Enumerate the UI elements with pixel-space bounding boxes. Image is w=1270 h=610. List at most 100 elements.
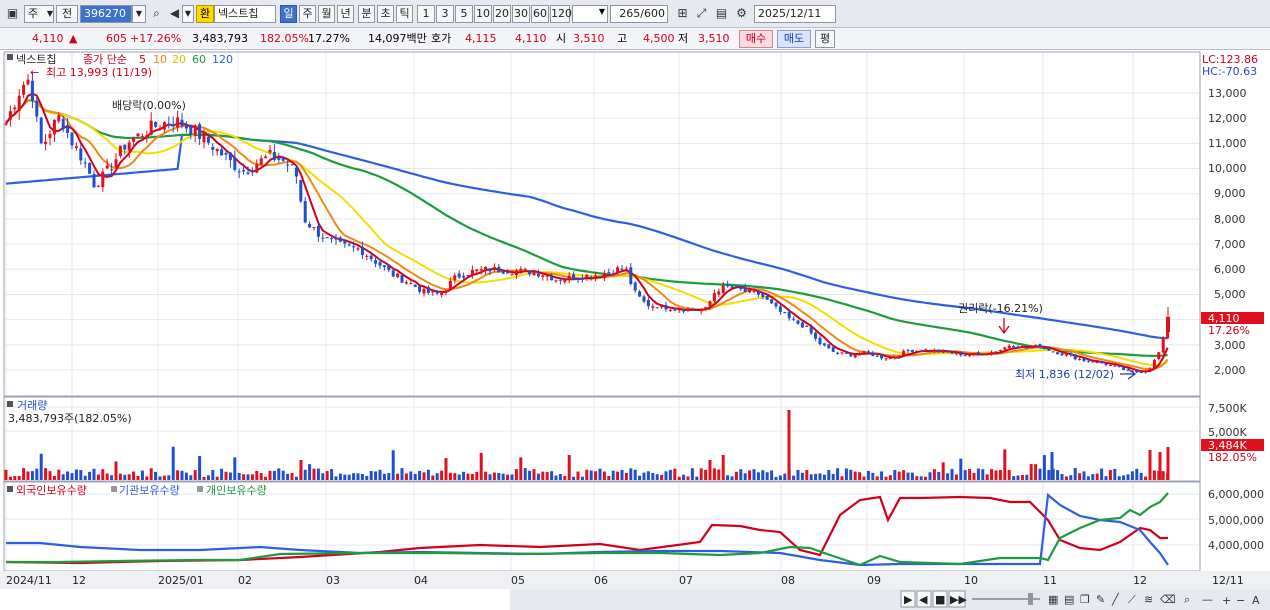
interval-30[interactable]: 30 <box>512 5 530 23</box>
volume-bar <box>52 476 56 480</box>
interval-20[interactable]: 20 <box>493 5 511 23</box>
y-tick-12000: 12,000 <box>1208 112 1247 125</box>
speaker-icon[interactable]: ◀ <box>166 5 183 23</box>
period-year[interactable]: 년 <box>337 5 354 23</box>
volume-bar <box>286 473 290 480</box>
volume-bar <box>963 470 967 480</box>
period-second[interactable]: 초 <box>377 5 394 23</box>
font-size-icon[interactable]: A <box>1252 594 1260 607</box>
dividend-note: 배당락(0.00%) <box>112 99 186 112</box>
interval-10[interactable]: 10 <box>474 5 492 23</box>
grid-icon[interactable]: ▤ <box>1064 593 1074 606</box>
zoom-slider-handle[interactable] <box>1028 593 1033 605</box>
candle-body <box>730 286 734 288</box>
candle-body <box>611 273 615 275</box>
volume-bar <box>792 475 796 480</box>
zoom-in-icon[interactable]: + <box>1222 594 1231 607</box>
volume-bar <box>281 470 285 480</box>
copy-icon[interactable]: ❐ <box>1080 593 1090 606</box>
volume-bar <box>536 473 540 480</box>
volume-bar <box>809 474 813 480</box>
volume-bar <box>497 473 501 480</box>
volume-bar <box>158 476 162 480</box>
gear-icon[interactable]: ⚙ <box>733 5 750 23</box>
stock-code-input[interactable]: 396270 <box>80 5 132 23</box>
bottom-controls: ▶ ◀ ■ ▶▶ ▦ ▤ ❐ ✎ ╱ ⟋ ≋ ⌫ ⌕ — + − A <box>900 590 1260 608</box>
stock-chart[interactable]: 13,000 12,000 11,000 10,000 9,000 8,000 … <box>0 50 1270 610</box>
volume-bar <box>140 470 144 480</box>
candle-body <box>928 350 932 352</box>
data-count-field[interactable]: 265/600 <box>610 5 668 23</box>
currency-toggle[interactable]: 환 <box>196 5 214 23</box>
sell-button[interactable]: 매도 <box>777 30 811 48</box>
period-type-select[interactable]: 주 ▼ <box>24 5 54 23</box>
candle-body <box>968 354 972 356</box>
volume-bar <box>932 469 936 480</box>
volume-bar <box>686 476 690 480</box>
crosshair-icon[interactable]: ⊞ <box>674 5 691 23</box>
period-type-label: 주 <box>28 7 39 20</box>
y-tick-5000: 5,000 <box>1214 288 1246 301</box>
candle-body <box>369 255 373 260</box>
interval-1[interactable]: 1 <box>417 5 435 23</box>
volume-bar <box>818 473 822 480</box>
evaluate-button[interactable]: 평 <box>815 30 835 48</box>
search-icon[interactable]: ⌕ <box>148 5 165 23</box>
volume-bar <box>910 472 914 480</box>
current-price: 4,110 <box>32 32 64 45</box>
candle-body <box>541 275 545 277</box>
legend-foreign: 외국인보유수량 <box>16 484 87 497</box>
pencil-icon[interactable]: ✎ <box>1096 593 1105 606</box>
rights-note: 권리락(-16.21%) <box>958 302 1043 315</box>
chevron-down-icon[interactable]: ▼ <box>132 5 146 23</box>
period-week[interactable]: 주 <box>299 5 316 23</box>
fib-icon[interactable]: ≋ <box>1144 593 1153 606</box>
turnover-rate: 17.27% <box>308 32 350 45</box>
volume-bar <box>66 471 70 480</box>
candle-body <box>316 225 320 237</box>
trend-icon[interactable]: ⟋ <box>1128 593 1136 606</box>
volume-bar <box>88 471 92 480</box>
chevron-down-icon: ▼ <box>46 9 53 18</box>
interval-custom-select[interactable]: ▼ <box>572 5 608 23</box>
hold-tick-6000000: 6,000,000 <box>1208 488 1264 501</box>
zoom-out-icon[interactable]: − <box>1236 594 1245 607</box>
zoom-icon[interactable]: ⤢ <box>693 5 710 23</box>
candle-body <box>814 332 818 339</box>
minimize-icon[interactable]: — <box>1202 593 1213 606</box>
interval-3[interactable]: 3 <box>436 5 454 23</box>
volume-bar <box>61 474 65 480</box>
open-label: 시 <box>556 32 567 45</box>
prev-button[interactable]: 전 <box>56 5 78 23</box>
candle-body <box>924 349 928 351</box>
save-icon[interactable]: ▤ <box>713 5 730 23</box>
eraser-icon[interactable]: ⌫ <box>1160 593 1176 606</box>
candle-body <box>1025 347 1029 349</box>
period-month[interactable]: 월 <box>318 5 335 23</box>
layout-icon[interactable]: ▦ <box>1048 593 1058 606</box>
volume-bar <box>1029 464 1033 480</box>
bottom-control-band <box>510 589 1270 610</box>
date-field[interactable]: 2025/12/11 <box>754 5 836 23</box>
candle-body <box>378 262 382 266</box>
period-tick[interactable]: 틱 <box>396 5 413 23</box>
interval-60[interactable]: 60 <box>531 5 549 23</box>
buy-button[interactable]: 매수 <box>739 30 773 48</box>
candle-body <box>475 269 479 272</box>
interval-5[interactable]: 5 <box>455 5 473 23</box>
candle-body <box>268 149 272 153</box>
candle-body <box>840 352 844 354</box>
period-day[interactable]: 일 <box>280 5 297 23</box>
candle-body <box>695 309 699 311</box>
volume-bar <box>30 471 34 480</box>
candle-body <box>206 136 210 143</box>
period-minute[interactable]: 분 <box>358 5 375 23</box>
window-icon[interactable]: ▣ <box>4 5 21 23</box>
chevron-down-icon[interactable]: ▼ <box>182 5 194 23</box>
volume-bar <box>893 469 897 480</box>
interval-120[interactable]: 120 <box>550 5 572 23</box>
magnifier-icon[interactable]: ⌕ <box>1184 593 1190 606</box>
volume-bar <box>462 471 466 480</box>
stop-icon: ■ <box>935 593 945 606</box>
candle-body <box>660 304 664 308</box>
